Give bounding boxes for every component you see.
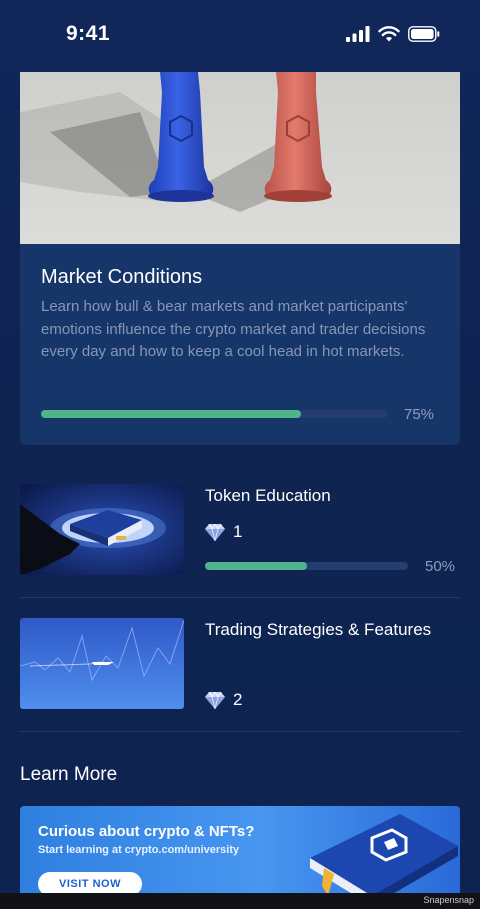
- status-time: 9:41: [66, 22, 111, 45]
- watermark: Snapensnap: [423, 895, 474, 905]
- gem-count: 2: [233, 690, 243, 709]
- course-item-token-education[interactable]: Token Education 1 50%: [20, 484, 460, 584]
- wifi-icon: [378, 26, 400, 42]
- course-title: Trading Strategies & Features: [205, 620, 432, 639]
- book-illustration: [310, 814, 458, 906]
- trading-strategies-thumbnail: [20, 618, 184, 709]
- token-education-thumbnail: [20, 484, 184, 575]
- status-bar: 9:41: [0, 0, 480, 70]
- status-icons: [346, 26, 440, 42]
- progress-fill: [41, 410, 301, 418]
- course-title: Token Education: [205, 486, 331, 505]
- progress-percent: 75%: [404, 406, 435, 423]
- course-description: Learn how bull & bear markets and market…: [41, 298, 426, 360]
- course-item-trading-strategies[interactable]: Trading Strategies & Features 2: [20, 618, 460, 718]
- cellular-signal-icon: [346, 26, 370, 42]
- diamond-icon: [205, 523, 225, 541]
- banner-headline: Curious about crypto & NFTs?: [38, 823, 255, 840]
- app-screen: 9:41 Market Conditions Learn how bull & …: [0, 0, 480, 909]
- gem-count: 1: [233, 522, 243, 541]
- progress-bar: [205, 562, 408, 570]
- course-title: Market Conditions: [41, 266, 203, 288]
- divider: [20, 597, 460, 598]
- progress-fill: [205, 562, 307, 570]
- divider: [20, 731, 460, 732]
- chess-pieces-image: [20, 72, 460, 244]
- gems-reward: 1: [205, 522, 242, 542]
- banner-subline: Start learning at crypto.com/university: [38, 844, 240, 856]
- university-banner[interactable]: Curious about crypto & NFTs? Start learn…: [20, 806, 460, 906]
- progress-bar: [41, 410, 387, 418]
- learn-more-heading: Learn More: [20, 764, 118, 785]
- watermark-bar: Snapensnap: [0, 893, 480, 909]
- gems-reward: 2: [205, 690, 242, 710]
- battery-icon: [408, 26, 440, 42]
- diamond-icon: [205, 691, 225, 709]
- featured-course-card[interactable]: Market Conditions Learn how bull & bear …: [20, 72, 460, 445]
- progress-percent: 50%: [425, 558, 456, 575]
